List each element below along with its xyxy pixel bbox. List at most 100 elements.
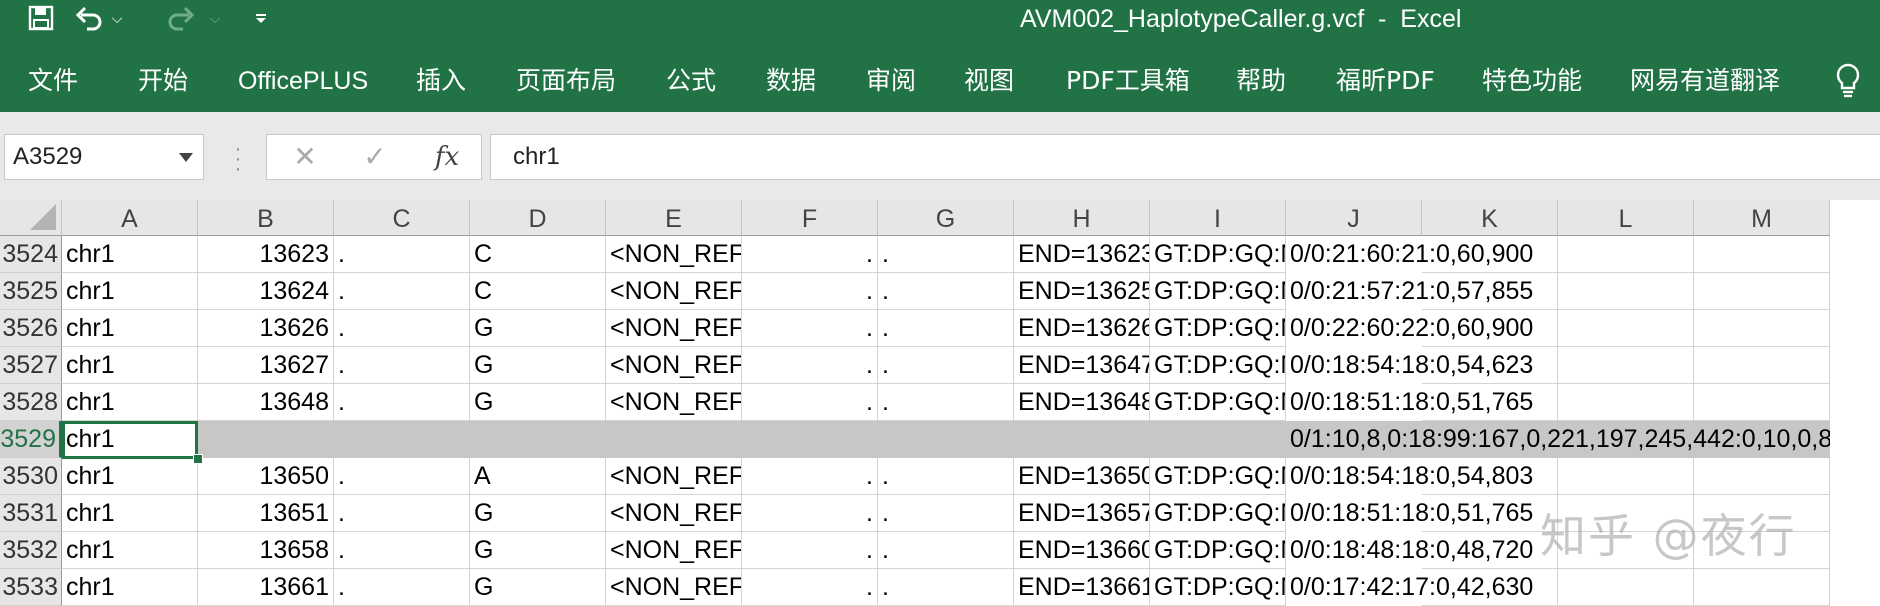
redo-icon[interactable] [166, 0, 196, 36]
cell-d3524[interactable]: C [470, 236, 606, 273]
cell-g3524[interactable]: . [878, 236, 1014, 273]
cell-a3526[interactable]: chr1 [62, 310, 198, 347]
column-header-k[interactable]: K [1422, 200, 1558, 236]
row-header[interactable]: 3526 [0, 310, 62, 347]
cell-m3524[interactable] [1694, 236, 1830, 273]
cell-i3528[interactable]: GT:DP:GQ:MIN_DP:PL [1150, 384, 1286, 421]
cell-f3533[interactable]: . [742, 569, 878, 606]
cell-m3533[interactable] [1694, 569, 1830, 606]
column-header-d[interactable]: D [470, 200, 606, 236]
cell-l3527[interactable] [1558, 347, 1694, 384]
cell-j3529[interactable]: 0/1:10,8,0:18:99:167,0,221,197,245,442:0… [1286, 421, 1830, 458]
undo-icon[interactable] [74, 0, 104, 36]
cell-i3525[interactable]: GT:DP:GQ:MIN_DP:PL [1150, 273, 1286, 310]
cell-f3524[interactable]: . [742, 236, 878, 273]
cell-c3524[interactable]: . [334, 236, 470, 273]
cell-f3527[interactable]: . [742, 347, 878, 384]
cell-d3528[interactable]: G [470, 384, 606, 421]
cell-d3532[interactable]: G [470, 532, 606, 569]
cell-f3528[interactable]: . [742, 384, 878, 421]
cell-f3532[interactable]: . [742, 532, 878, 569]
cell-g3525[interactable]: . [878, 273, 1014, 310]
row-header[interactable]: 3524 [0, 236, 62, 273]
cell-l3526[interactable] [1558, 310, 1694, 347]
cell-i3527[interactable]: GT:DP:GQ:MIN_DP:PL [1150, 347, 1286, 384]
save-icon[interactable] [26, 0, 56, 36]
cell-c3532[interactable]: . [334, 532, 470, 569]
cell-i3530[interactable]: GT:DP:GQ:MIN_DP:PL [1150, 458, 1286, 495]
cell-b3528[interactable]: 13648 [198, 384, 334, 421]
cell-c3526[interactable]: . [334, 310, 470, 347]
cell-c3530[interactable]: . [334, 458, 470, 495]
tab-formulas[interactable]: 公式 [666, 36, 716, 112]
row-header[interactable]: 3528 [0, 384, 62, 421]
cell-f3530[interactable]: . [742, 458, 878, 495]
active-cell-border[interactable]: chr1 [62, 421, 198, 459]
cell-i3533[interactable]: GT:DP:GQ:MIN_DP:PL [1150, 569, 1286, 606]
cell-h3531[interactable]: END=13657 [1014, 495, 1150, 532]
cell-h3527[interactable]: END=13647 [1014, 347, 1150, 384]
cell-j3528[interactable]: 0/0:18:51:18:0,51,765 [1286, 384, 1558, 421]
row-header[interactable]: 3525 [0, 273, 62, 310]
column-header-l[interactable]: L [1558, 200, 1694, 236]
cell-h3530[interactable]: END=13650 [1014, 458, 1150, 495]
cell-d3525[interactable]: C [470, 273, 606, 310]
cell-g3528[interactable]: . [878, 384, 1014, 421]
cell-g3532[interactable]: . [878, 532, 1014, 569]
cell-g3526[interactable]: . [878, 310, 1014, 347]
cell-d3527[interactable]: G [470, 347, 606, 384]
cell-b3525[interactable]: 13624 [198, 273, 334, 310]
formula-input[interactable]: chr1 [490, 134, 1880, 180]
insert-function-icon[interactable]: fx [427, 135, 467, 179]
cell-d3531[interactable]: G [470, 495, 606, 532]
cell-b3524[interactable]: 13623 [198, 236, 334, 273]
cell-e3531[interactable]: <NON_REF> [606, 495, 742, 532]
fill-handle[interactable] [193, 454, 203, 464]
cell-c3525[interactable]: . [334, 273, 470, 310]
cell-b3531[interactable]: 13651 [198, 495, 334, 532]
tab-view[interactable]: 视图 [964, 36, 1014, 112]
tab-special-features[interactable]: 特色功能 [1482, 36, 1582, 112]
tab-home[interactable]: 开始 [138, 36, 188, 112]
column-header-c[interactable]: C [334, 200, 470, 236]
cell-h3524[interactable]: END=13623 [1014, 236, 1150, 273]
cell-j3524[interactable]: 0/0:21:60:21:0,60,900 [1286, 236, 1558, 273]
cell-j3533[interactable]: 0/0:17:42:17:0,42,630 [1286, 569, 1558, 606]
cell-i3532[interactable]: GT:DP:GQ:MIN_DP:PL [1150, 532, 1286, 569]
cell-a3533[interactable]: chr1 [62, 569, 198, 606]
cell-a3532[interactable]: chr1 [62, 532, 198, 569]
customize-toolbar-icon[interactable] [250, 0, 272, 36]
row-header[interactable]: 3529 [0, 421, 62, 458]
row-header[interactable]: 3533 [0, 569, 62, 606]
column-header-a[interactable]: A [62, 200, 198, 236]
cell-b3527[interactable]: 13627 [198, 347, 334, 384]
cancel-icon[interactable]: ✕ [285, 135, 325, 179]
select-all-button[interactable] [0, 200, 62, 236]
cell-j3525[interactable]: 0/0:21:57:21:0,57,855 [1286, 273, 1558, 310]
column-header-i[interactable]: I [1150, 200, 1286, 236]
cell-h3528[interactable]: END=13648 [1014, 384, 1150, 421]
cell-i3526[interactable]: GT:DP:GQ:MIN_DP:PL [1150, 310, 1286, 347]
cell-a3524[interactable]: chr1 [62, 236, 198, 273]
name-box[interactable]: A3529 [4, 134, 204, 180]
cell-g3530[interactable]: . [878, 458, 1014, 495]
cell-m3526[interactable] [1694, 310, 1830, 347]
cell-b3526[interactable]: 13626 [198, 310, 334, 347]
tab-insert[interactable]: 插入 [416, 36, 466, 112]
cell-b3532[interactable]: 13658 [198, 532, 334, 569]
column-header-j[interactable]: J [1286, 200, 1422, 236]
tab-page-layout[interactable]: 页面布局 [516, 36, 616, 112]
column-header-b[interactable]: B [198, 200, 334, 236]
column-header-m[interactable]: M [1694, 200, 1830, 236]
cell-j3532[interactable]: 0/0:18:48:18:0,48,720 [1286, 532, 1558, 569]
cell-e3524[interactable]: <NON_REF> [606, 236, 742, 273]
row-header[interactable]: 3527 [0, 347, 62, 384]
cell-h3532[interactable]: END=13660 [1014, 532, 1150, 569]
cell-c3531[interactable]: . [334, 495, 470, 532]
column-header-f[interactable]: F [742, 200, 878, 236]
cell-i3531[interactable]: GT:DP:GQ:MIN_DP:PL [1150, 495, 1286, 532]
cell-b3533[interactable]: 13661 [198, 569, 334, 606]
cell-c3527[interactable]: . [334, 347, 470, 384]
cell-b3530[interactable]: 13650 [198, 458, 334, 495]
column-header-e[interactable]: E [606, 200, 742, 236]
